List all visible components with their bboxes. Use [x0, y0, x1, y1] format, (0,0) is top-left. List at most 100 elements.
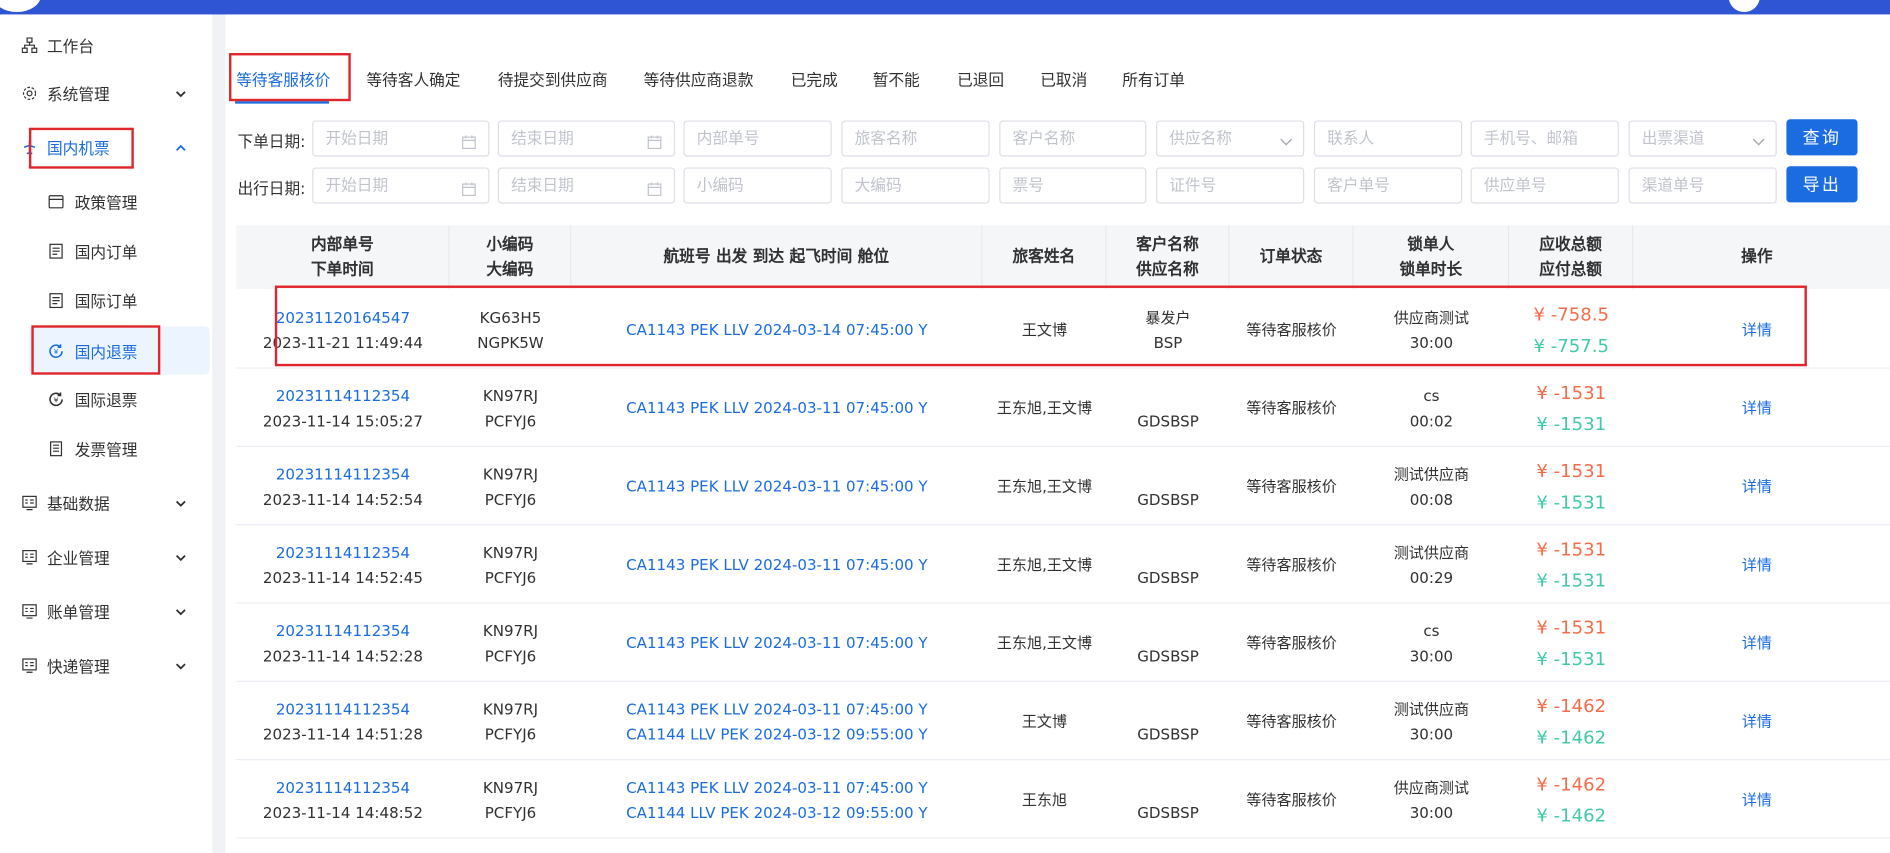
company-icon — [20, 548, 37, 565]
tab-all-orders[interactable]: 所有订单 — [1122, 67, 1185, 90]
internal-no-link[interactable]: 20231114112354 — [276, 617, 410, 642]
calendar-icon — [647, 178, 662, 197]
cell-customer: GDSBSP — [1107, 682, 1230, 760]
sidebar-item-domestic-order[interactable]: 国内订单 — [0, 227, 212, 275]
sidebar-item-system[interactable]: 系统管理 — [0, 69, 212, 117]
detail-link[interactable]: 详情 — [1742, 630, 1772, 655]
phone-email-input[interactable] — [1470, 120, 1619, 157]
order-time: 2023-11-14 14:52:54 — [262, 489, 423, 508]
internal-no-link[interactable]: 20231114112354 — [276, 383, 410, 408]
customer-order-no-input[interactable] — [1313, 167, 1463, 204]
id-no-input[interactable] — [1155, 167, 1305, 204]
sidebar-item-label: 系统管理 — [47, 86, 110, 105]
locker-name: cs — [1423, 386, 1440, 405]
detail-link[interactable]: 详情 — [1742, 552, 1772, 577]
order-status: 等待客服核价 — [1246, 712, 1337, 731]
tab-completed[interactable]: 已完成 — [791, 67, 838, 90]
cell-action: 详情 — [1633, 604, 1880, 682]
cell-locker: 供应商测试 30:00 — [1354, 290, 1509, 368]
customer-name-input[interactable] — [999, 120, 1147, 157]
flight-segment-link[interactable]: CA1144 LLV PEK 2024-03-12 09:55:00 Y — [626, 721, 928, 746]
big-code: PCFYJ6 — [484, 568, 537, 587]
cell-flight: CA1143 PEK LLV 2024-03-11 07:45:00 Y — [571, 447, 982, 525]
cell-codes: KN97RJ PCFYJ6 — [450, 447, 572, 525]
tab-cancelled[interactable]: 已取消 — [1040, 67, 1087, 90]
passenger-name: 王东旭,王文博 — [996, 477, 1093, 496]
lock-duration: 30:00 — [1409, 802, 1454, 822]
sidebar-item-label: 工作台 — [47, 37, 95, 57]
header-customer-label: 客户名称 — [1136, 235, 1199, 254]
flight-segment-link[interactable]: CA1143 PEK LLV 2024-03-11 07:45:00 Y — [626, 552, 928, 577]
chevron-down-icon — [175, 87, 187, 99]
supplier-order-no-input[interactable] — [1470, 167, 1619, 204]
sidebar-item-intl-refund[interactable]: ¥ 国际退票 — [0, 375, 212, 423]
header-status-label: 订单状态 — [1259, 248, 1323, 267]
internal-no-link[interactable]: 20231114112354 — [276, 461, 410, 486]
payable-amount: ¥ -1531 — [1536, 569, 1607, 591]
document-icon — [47, 292, 64, 309]
cell-internal-no: 20231114112354 2023-11-14 14:52:45 — [236, 525, 449, 603]
flight-segment-link[interactable]: CA1143 PEK LLV 2024-03-11 07:45:00 Y — [626, 696, 928, 721]
cell-passenger: 王东旭,王文博 — [982, 604, 1106, 682]
sidebar-item-policy[interactable]: 政策管理 — [0, 177, 212, 225]
express-icon — [20, 657, 37, 674]
header-locker-label: 锁单人 — [1407, 235, 1455, 254]
flight-segment-link[interactable]: CA1143 PEK LLV 2024-03-11 07:45:00 Y — [626, 630, 928, 655]
detail-link[interactable]: 详情 — [1742, 395, 1772, 420]
tab-unable[interactable]: 暂不能 — [873, 67, 920, 90]
channel-order-no-input[interactable] — [1628, 167, 1777, 204]
tab-pending-customer-confirm[interactable]: 等待客人确定 — [366, 67, 460, 90]
tab-pending-submit-supplier[interactable]: 待提交到供应商 — [498, 67, 608, 90]
sidebar-item-company[interactable]: 企业管理 — [0, 533, 212, 581]
tab-pending-supplier-refund[interactable]: 等待供应商退款 — [644, 67, 754, 90]
cell-locker: cs 00:02 — [1354, 369, 1509, 447]
flight-segment-link[interactable]: CA1144 LLV PEK 2024-03-12 09:55:00 Y — [626, 799, 928, 824]
query-button[interactable]: 查询 — [1786, 119, 1858, 156]
detail-link[interactable]: 详情 — [1742, 317, 1772, 342]
sidebar-item-invoice[interactable]: 发票管理 — [0, 424, 212, 472]
header-code: 小编码 大编码 — [450, 225, 572, 290]
big-code-input[interactable] — [841, 167, 990, 204]
detail-link[interactable]: 详情 — [1742, 473, 1772, 498]
cell-flight: CA1143 PEK LLV 2024-03-11 07:45:00 Y — [571, 369, 982, 447]
ticket-no-input[interactable] — [999, 167, 1147, 204]
internal-no-link[interactable]: 20231114112354 — [276, 774, 410, 799]
sidebar-item-workbench[interactable]: 工作台 — [0, 20, 212, 68]
internal-no-link[interactable]: 20231114112354 — [276, 539, 410, 564]
sidebar-item-intl-order[interactable]: 国际订单 — [0, 276, 212, 324]
avatar[interactable] — [1728, 0, 1760, 13]
detail-link[interactable]: 详情 — [1742, 708, 1772, 733]
flight-segment-link[interactable]: CA1143 PEK LLV 2024-03-11 07:45:00 Y — [626, 774, 928, 799]
passenger-name-input[interactable] — [841, 120, 990, 157]
header-small-code-label: 小编码 — [486, 235, 534, 254]
table-row: 20231114112354 2023-11-14 14:52:28 KN97RJ P… — [236, 604, 1890, 682]
cell-action: 详情 — [1633, 682, 1880, 760]
internal-no-link[interactable]: 20231120164547 — [276, 304, 410, 329]
lock-duration: 30:00 — [1409, 724, 1454, 743]
sidebar-item-domestic-refund[interactable]: ¥ 国内退票 — [28, 326, 210, 375]
document-icon — [47, 242, 64, 259]
tab-pending-price-check[interactable]: 等待客服核价 — [236, 67, 330, 90]
export-button[interactable]: 导出 — [1786, 166, 1858, 203]
big-code: PCFYJ6 — [484, 411, 537, 430]
gear-icon — [20, 84, 37, 101]
calendar-icon — [647, 131, 662, 150]
sidebar-item-express[interactable]: 快递管理 — [0, 641, 212, 689]
internal-no-link[interactable]: 20231114112354 — [276, 696, 410, 721]
detail-link[interactable]: 详情 — [1742, 787, 1772, 812]
travel-end-date — [497, 167, 676, 204]
tab-returned[interactable]: 已退回 — [957, 67, 1004, 90]
order-time: 2023-11-14 14:52:28 — [262, 646, 423, 665]
sidebar-item-domestic-flight[interactable]: 国内机票 — [0, 123, 212, 171]
flight-segment-link[interactable]: CA1143 PEK LLV 2024-03-11 07:45:00 Y — [626, 473, 928, 498]
flight-segment-link[interactable]: CA1143 PEK LLV 2024-03-11 07:45:00 Y — [626, 395, 928, 420]
contact-input[interactable] — [1313, 120, 1463, 157]
cell-codes: KN97RJ PCFYJ6 — [450, 760, 572, 838]
internal-no-input[interactable] — [683, 120, 832, 157]
receivable-amount: ¥ -1531 — [1536, 616, 1607, 638]
sidebar-item-bill[interactable]: 账单管理 — [0, 587, 212, 635]
sidebar-item-base-data[interactable]: 基础数据 — [0, 478, 212, 526]
passenger-name: 王东旭,王文博 — [996, 633, 1093, 652]
small-code-input[interactable] — [683, 167, 832, 204]
flight-segment-link[interactable]: CA1143 PEK LLV 2024-03-14 07:45:00 Y — [626, 317, 928, 342]
